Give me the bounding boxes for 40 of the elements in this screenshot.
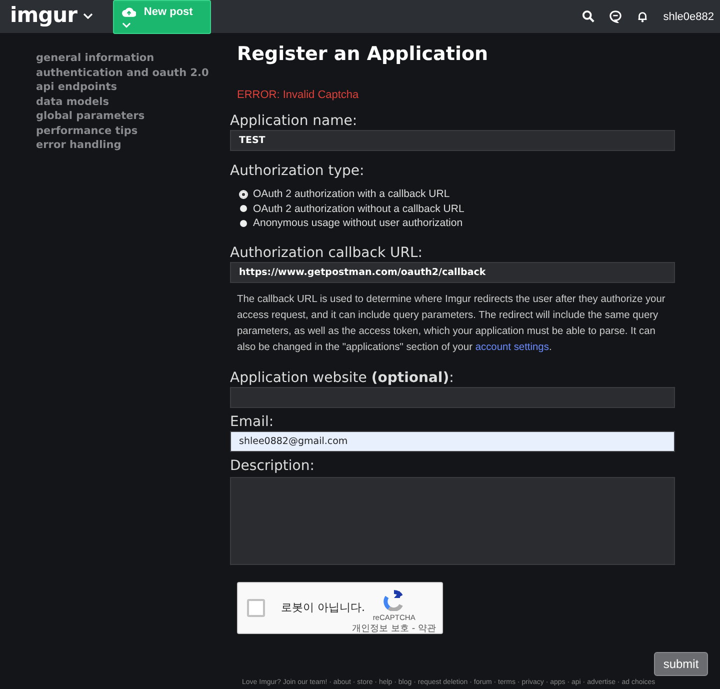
- search-icon[interactable]: [582, 10, 596, 23]
- submit-button[interactable]: submit: [654, 652, 708, 676]
- description-field[interactable]: [230, 476, 675, 564]
- radio-label[interactable]: Anonymous usage without user authorization: [253, 217, 463, 230]
- radio-button[interactable]: [240, 190, 247, 198]
- sidebar-link[interactable]: global parameters: [36, 109, 230, 124]
- page-title: Register an Application: [237, 43, 490, 65]
- field-label: Application name:: [230, 113, 358, 129]
- cloud-upload-icon: [122, 6, 136, 18]
- sidebar-link[interactable]: error handling: [36, 138, 230, 152]
- chat-bubble-icon[interactable]: [609, 10, 622, 23]
- help-text: The callback URL is used to determine where Imgur redirects the user after they authorize your access request, and it can include query parameters. The redirect will include the same query parameters, as well as the access token, which your application must be able to parse. It can also be changed in the "applications" section of your account settings.: [237, 292, 666, 354]
- chevron-down-icon[interactable]: [82, 13, 93, 19]
- captcha-label: 로봇이 아닙니다.: [281, 600, 365, 615]
- account-settings-link[interactable]: account settings: [475, 342, 549, 352]
- text-field[interactable]: [230, 386, 675, 408]
- text-field[interactable]: https://www.getpostman.com/oauth2/callback: [230, 262, 675, 282]
- field-label: Authorization callback URL:: [230, 244, 424, 260]
- text-field[interactable]: shlee0882@gmail.com: [230, 430, 675, 452]
- bell-icon[interactable]: [636, 10, 650, 23]
- sidebar-link[interactable]: data models: [36, 94, 230, 109]
- radio-label[interactable]: OAuth 2 authorization without a callback URL: [253, 202, 464, 215]
- sidebar-link[interactable]: api endpoints: [36, 80, 230, 94]
- sidebar-link[interactable]: authentication and oauth 2.0: [36, 66, 230, 80]
- radio-label[interactable]: OAuth 2 authorization with a callback URL: [253, 188, 450, 200]
- radio-button[interactable]: [240, 205, 247, 212]
- sidebar-link[interactable]: general information: [36, 51, 230, 66]
- field-label: Description:: [230, 458, 316, 474]
- username[interactable]: shle0e882: [663, 10, 714, 22]
- field-label: Email:: [230, 414, 275, 430]
- captcha-checkbox[interactable]: [247, 598, 265, 616]
- field-label: Application website (optional):: [230, 370, 455, 386]
- logo[interactable]: imgur: [10, 3, 77, 27]
- text-field[interactable]: TEST: [230, 130, 675, 151]
- privacy-terms-link[interactable]: 개인정보 보호 - 약관: [352, 622, 436, 634]
- sidebar-link[interactable]: performance tips: [36, 124, 230, 138]
- chevron-down-icon: [122, 22, 131, 28]
- field-label: Authorization type:: [230, 163, 366, 179]
- error-message: ERROR: Invalid Captcha: [237, 89, 360, 101]
- radio-button[interactable]: [240, 220, 247, 227]
